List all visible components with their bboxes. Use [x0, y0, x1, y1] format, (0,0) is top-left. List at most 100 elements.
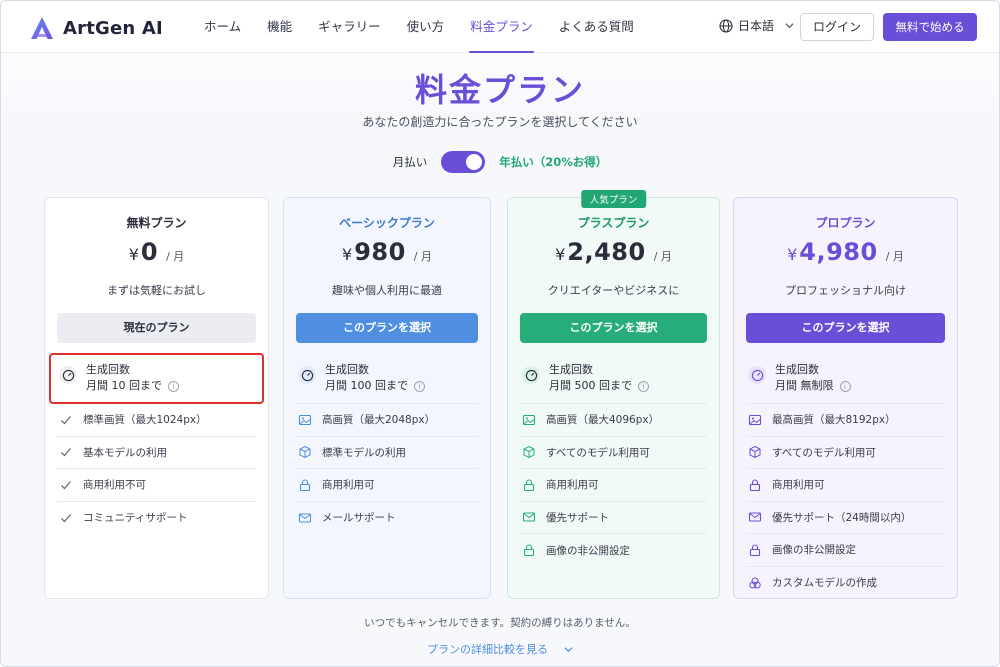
plan-price: ¥ 4,980 / 月 [734, 238, 957, 266]
feature-item: 高画質（最大2048px） [296, 404, 478, 437]
lock-icon [522, 478, 536, 492]
cube-icon [298, 445, 312, 459]
select-plus-button[interactable]: このプランを選択 [520, 313, 707, 343]
feature-value: 月間 無制限 [775, 379, 834, 392]
plan-card-pro: プロプラン ¥ 4,980 / 月 プロフェッショナル向け このプランを選択 生… [733, 197, 958, 599]
feature-item: 標準画質（最大1024px） [57, 404, 256, 437]
gauge-icon [748, 366, 766, 384]
lock-icon [748, 543, 762, 557]
plan-name: プロプラン [815, 216, 876, 230]
price-amount: 4,980 [799, 238, 878, 266]
app-name: ArtGen AI [63, 17, 163, 39]
plan-name: プラスプラン [577, 216, 650, 230]
plan-description: まずは気軽にお試し [107, 284, 206, 297]
info-icon[interactable]: i [414, 380, 425, 392]
plan-price: ¥ 2,480 / 月 [508, 238, 719, 266]
feature-text: 商用利用可 [322, 479, 375, 492]
nav-faq[interactable]: よくある質問 [546, 1, 647, 53]
nav-gallery[interactable]: ギャラリー [305, 1, 394, 53]
feature-value: 月間 500 回まで [549, 379, 632, 392]
feature-item: 商用利用可 [296, 469, 478, 502]
language-selector[interactable]: 日本語 [719, 17, 794, 34]
feature-text: 優先サポート [546, 511, 609, 524]
nav-pricing[interactable]: 料金プラン [457, 1, 546, 53]
page: ArtGen AI ホーム 機能 ギャラリー 使い方 料金プラン よくある質問 … [0, 0, 1000, 667]
info-icon[interactable]: i [638, 380, 649, 392]
login-button[interactable]: ログイン [800, 13, 874, 41]
image-icon [748, 413, 762, 427]
palette-icon [748, 576, 762, 590]
plan-name: ベーシックプラン [339, 216, 435, 230]
plan-card-plus: 人気プラン プラスプラン ¥ 2,480 / 月 クリエイターやビジネスに この… [507, 190, 720, 599]
feature-item: すべてのモデル利用可 [520, 437, 707, 469]
cube-icon [748, 445, 762, 459]
chevron-down-icon [564, 646, 573, 652]
page-subtitle: あなたの創造力に合ったプランを選択してください [362, 115, 638, 129]
nav-how-to[interactable]: 使い方 [394, 1, 458, 53]
feature-text: 画像の非公開設定 [546, 544, 630, 557]
price-amount: 980 [354, 238, 406, 266]
plan-price: ¥ 0 / 月 [45, 238, 268, 266]
generation-count-feature: 生成回数 月間 100 回まで i [296, 354, 478, 404]
billing-toggle[interactable] [441, 151, 486, 173]
check-icon [59, 511, 73, 525]
price-period: / 月 [653, 250, 672, 263]
feature-item: 優先サポート [520, 502, 707, 534]
feature-text: カスタムモデルの作成 [772, 577, 877, 590]
lock-icon [748, 478, 762, 492]
artgen-logo-icon [31, 17, 53, 39]
feature-text: 商用利用可 [546, 479, 599, 492]
feature-item: 優先サポート（24時間以内） [746, 502, 945, 534]
globe-icon [719, 18, 733, 33]
generation-count-feature: 生成回数 月間 500 回まで i [520, 354, 707, 404]
price-amount: 0 [140, 238, 159, 266]
select-basic-button[interactable]: このプランを選択 [296, 313, 478, 343]
feature-text: 標準モデルの利用 [322, 446, 406, 459]
select-pro-button[interactable]: このプランを選択 [746, 313, 945, 343]
feature-item: すべてのモデル利用可 [746, 437, 945, 469]
currency: ¥ [787, 245, 798, 264]
price-period: / 月 [166, 250, 185, 263]
feature-text: 高画質（最大4096px） [546, 414, 660, 427]
current-plan-button[interactable]: 現在のプラン [57, 313, 256, 343]
plan-price: ¥ 980 / 月 [284, 238, 490, 266]
mail-icon [522, 510, 536, 524]
cancel-note: いつでもキャンセルできます。契約の縛りはありません。 [364, 617, 636, 629]
plan-description: 趣味や個人利用に最適 [332, 284, 442, 297]
price-period: / 月 [413, 250, 432, 263]
feature-text: すべてのモデル利用可 [772, 446, 876, 459]
gauge-icon [522, 366, 540, 384]
yearly-label[interactable]: 年払い（20%お得） [499, 154, 607, 170]
nav-home[interactable]: ホーム [191, 1, 254, 53]
monthly-label[interactable]: 月払い [393, 154, 428, 170]
lock-icon [522, 543, 536, 557]
mail-icon [748, 510, 762, 524]
highlight-box [49, 353, 264, 404]
info-icon[interactable]: i [839, 380, 851, 392]
feature-text: メールサポート [322, 512, 396, 525]
toggle-knob [466, 154, 483, 170]
gauge-icon [298, 366, 316, 384]
check-icon [59, 478, 73, 492]
start-free-button[interactable]: 無料で始める [883, 13, 977, 41]
logo[interactable]: ArtGen AI [29, 15, 163, 41]
feature-list: 生成回数 月間 500 回まで i 高画質（最大4096px） すべてのモデル利用… [520, 354, 707, 567]
feature-value: 月間 100 回まで [325, 379, 408, 392]
check-icon [59, 413, 73, 427]
currency: ¥ [128, 245, 139, 264]
feature-list: 生成回数 月間 100 回まで i 高画質（最大2048px） 標準モデルの利用 … [296, 354, 478, 534]
feature-item: 最高画質（最大8192px） [746, 404, 945, 437]
feature-item: 標準モデルの利用 [296, 437, 478, 469]
nav-features[interactable]: 機能 [254, 1, 305, 53]
plan-name: 無料プラン [126, 216, 187, 230]
compare-plans-link[interactable]: プランの詳細比較を見る [1, 641, 999, 657]
plan-description: クリエイターやビジネスに [547, 284, 680, 297]
currency: ¥ [342, 245, 353, 264]
plan-description: プロフェッショナル向け [785, 284, 906, 297]
check-icon [59, 445, 73, 459]
plan-card-basic: ベーシックプラン ¥ 980 / 月 趣味や個人利用に最適 このプランを選択 生… [283, 197, 491, 599]
feature-text: 標準画質（最大1024px） [83, 414, 207, 427]
generation-count-feature: 生成回数 月間 無制限 i [746, 354, 945, 404]
image-icon [522, 413, 536, 427]
billing-toggle-row: 月払い 年払い（20%お得） [1, 151, 999, 173]
